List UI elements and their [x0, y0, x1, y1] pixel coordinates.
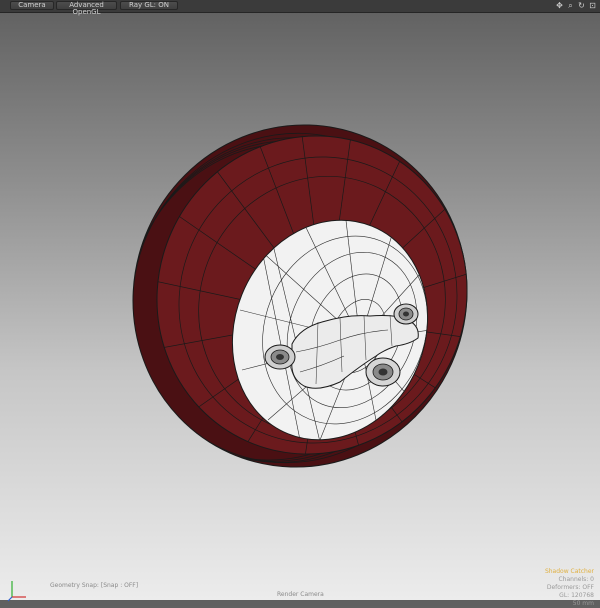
focal-length-label: 50 mm	[572, 600, 594, 607]
zoom-icon[interactable]: ⌕	[566, 1, 575, 10]
geometry-snap-status: Geometry Snap: [Snap : OFF]	[50, 582, 139, 589]
z-axis-line	[7, 596, 13, 602]
move-icon[interactable]: ✥	[555, 1, 564, 10]
scene-info-panel: Shadow Catcher Channels: 0 Deformers: OF…	[474, 568, 594, 608]
axis-gizmo	[7, 581, 26, 602]
mounting-screw-left	[264, 344, 296, 370]
advanced-opengl-button[interactable]: Advanced OpenGL	[56, 1, 117, 16]
channels-label: Channels: 0	[558, 576, 594, 583]
mounting-screw-right	[393, 303, 419, 325]
viewport-toolbar: Camera Advanced OpenGL Ray GL: ON ✥ ⌕ ↻ …	[0, 0, 600, 16]
ray-gl-button[interactable]: Ray GL: ON	[120, 1, 178, 10]
rotate-icon[interactable]: ↻	[577, 1, 586, 10]
deformers-label: Deformers: OFF	[546, 584, 594, 591]
shadow-catcher-label: Shadow Catcher	[544, 568, 594, 575]
gl-count-label: GL: 120768	[559, 592, 594, 599]
toggle-pivot-screw	[365, 357, 401, 387]
maximize-icon[interactable]: ⊡	[588, 1, 597, 10]
3d-viewport[interactable]: Shadow Catcher Channels: 0 Deformers: OF…	[0, 13, 600, 607]
render-camera-label: Render Camera	[277, 591, 324, 598]
switch-model	[127, 119, 486, 491]
camera-button[interactable]: Camera	[10, 1, 54, 10]
